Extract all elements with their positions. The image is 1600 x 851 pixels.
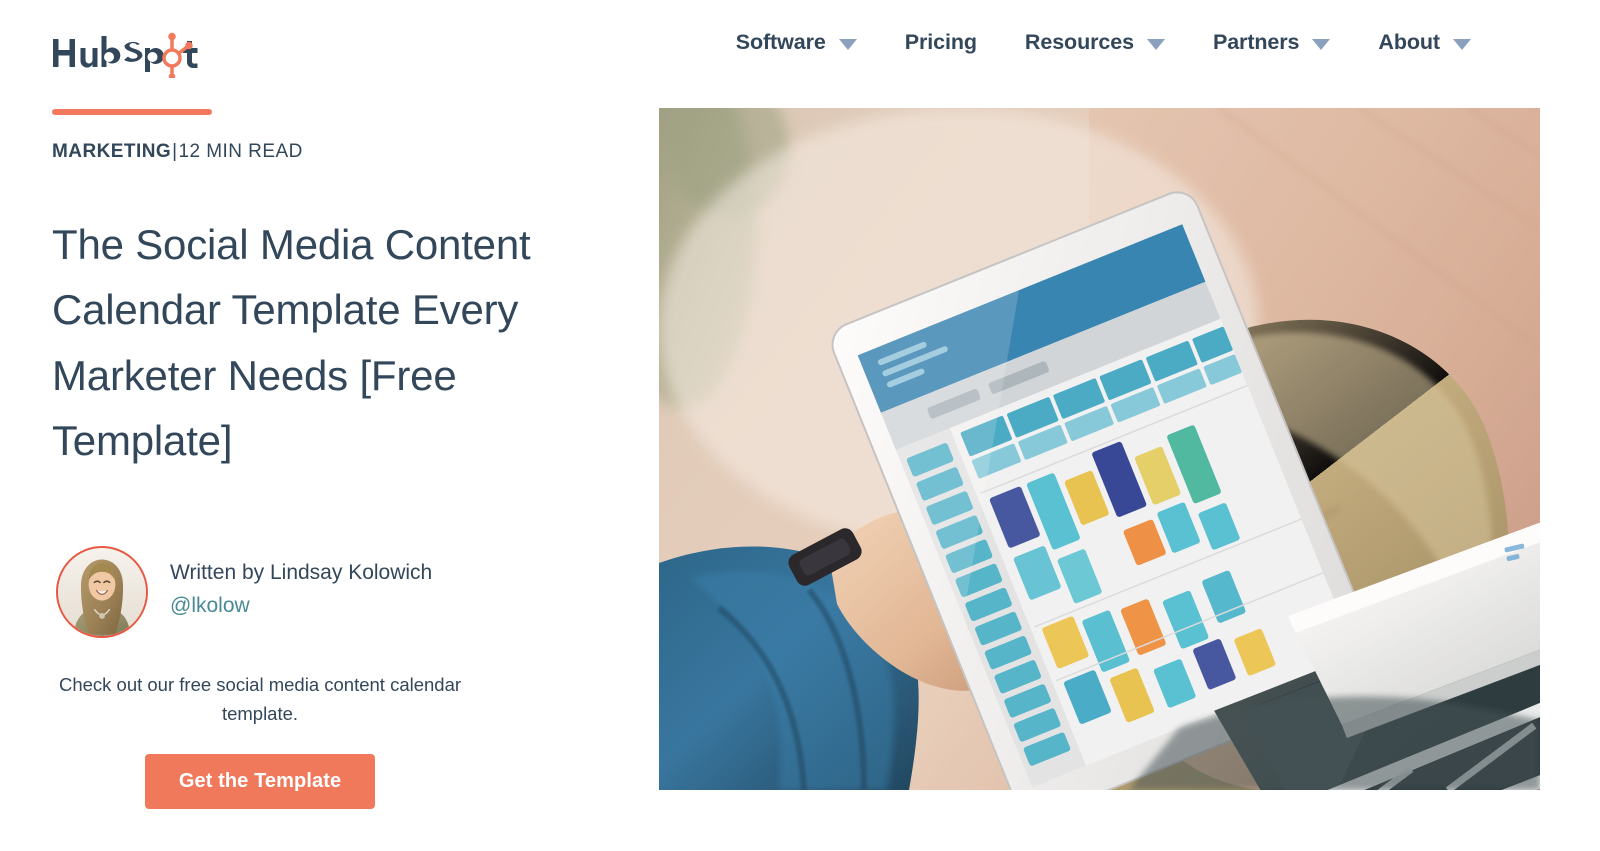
nav-label-pricing: Pricing <box>904 30 977 54</box>
author-block: Written by Lindsay Kolowich @lkolow <box>52 540 572 640</box>
nav-label-resources: Resources <box>1024 30 1134 54</box>
nav-item-about[interactable]: About <box>1354 30 1495 54</box>
nav-label-about: About <box>1378 30 1440 54</box>
cta-description: Check out our free social media content … <box>58 674 462 725</box>
cta-block: Check out our free social media content … <box>36 670 484 810</box>
author-handle-link[interactable]: @lkolow <box>170 593 432 619</box>
page-root: Software Pricing Resources Partners Abou… <box>0 0 1600 851</box>
main-navigation: Software Pricing Resources Partners Abou… <box>712 30 1495 54</box>
article-meta: MARKETING|12 MIN READ <box>52 142 303 161</box>
author-avatar[interactable] <box>56 546 148 638</box>
hubspot-logo[interactable] <box>52 28 202 78</box>
nav-label-partners: Partners <box>1212 30 1300 54</box>
article-read-time: 12 MIN READ <box>178 141 303 162</box>
author-byline: Written by Lindsay Kolowich <box>170 561 433 584</box>
chevron-down-icon <box>1146 38 1165 50</box>
chevron-down-icon <box>838 38 857 50</box>
meta-separator: | <box>172 141 178 162</box>
accent-bar <box>52 109 212 115</box>
site-header: Software Pricing Resources Partners Abou… <box>0 0 1600 104</box>
page-title: The Social Media Content Calendar Templa… <box>52 221 531 464</box>
chevron-down-icon <box>1312 38 1331 50</box>
hero-image <box>659 108 1540 790</box>
chevron-down-icon <box>1453 38 1471 50</box>
nav-item-partners[interactable]: Partners <box>1189 30 1354 54</box>
article-header-column: MARKETING|12 MIN READ The Social Media C… <box>0 104 620 851</box>
author-info: Written by Lindsay Kolowich @lkolow <box>170 560 432 620</box>
nav-item-software[interactable]: Software <box>712 30 881 54</box>
article-category[interactable]: MARKETING <box>52 141 171 162</box>
nav-label-software: Software <box>735 30 826 54</box>
get-the-template-button[interactable]: Get the Template <box>144 754 376 810</box>
nav-item-resources[interactable]: Resources <box>1001 30 1189 54</box>
nav-item-pricing[interactable]: Pricing <box>881 30 1001 54</box>
